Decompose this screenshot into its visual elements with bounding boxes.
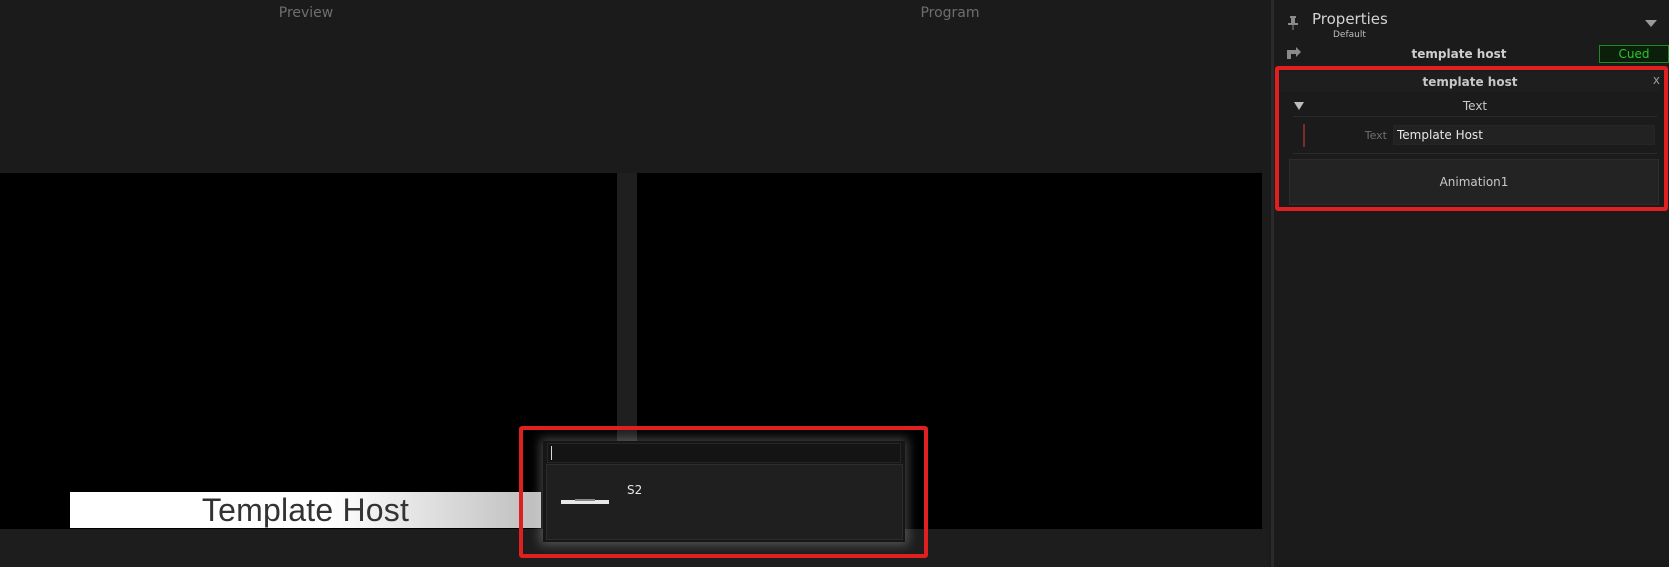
properties-highlight-box xyxy=(1275,66,1668,211)
selected-item-name: template host xyxy=(1411,47,1507,61)
properties-subtitle: Default xyxy=(1333,30,1366,40)
properties-panel: Properties Default template host Cued te… xyxy=(1271,0,1669,567)
properties-title: Properties xyxy=(1312,10,1388,28)
program-title: Program xyxy=(920,5,980,21)
lower-third-text: Template Host xyxy=(201,491,410,528)
pin-icon[interactable] xyxy=(1287,16,1299,30)
popup-highlight-box xyxy=(519,426,928,558)
chevron-down-icon[interactable] xyxy=(1645,20,1657,27)
template-item-icon xyxy=(1287,47,1301,59)
preview-title: Preview xyxy=(278,5,334,21)
workspace: Preview Program Template Host S2 xyxy=(0,0,1268,567)
status-badge: Cued xyxy=(1599,45,1669,63)
preview-lower-third-graphic: Template Host xyxy=(70,492,541,528)
